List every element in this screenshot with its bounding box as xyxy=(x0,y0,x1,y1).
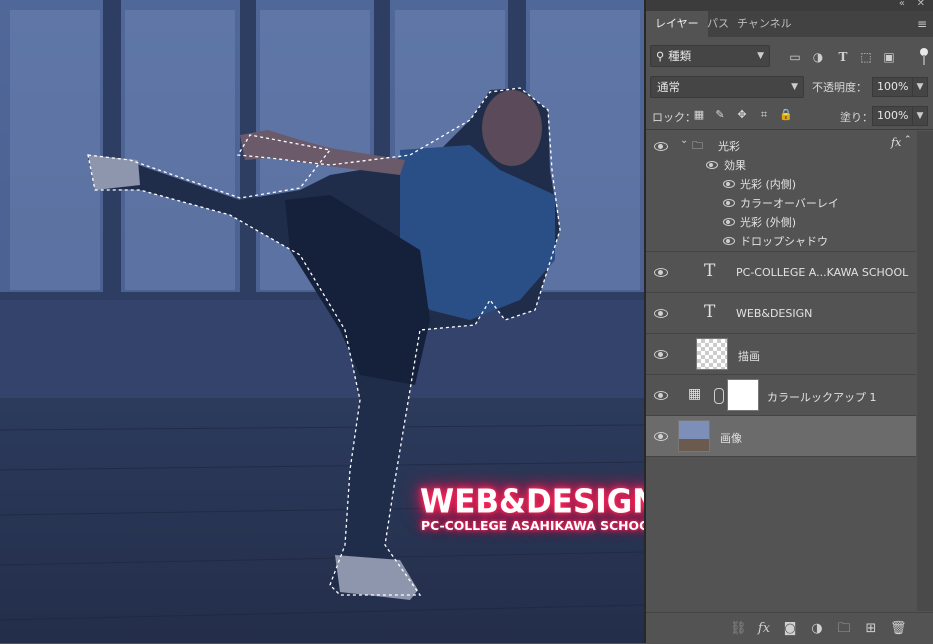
document-canvas[interactable]: WEB&DESIGN PC-COLLEGE ASAHIKAWA SCHOOL xyxy=(0,0,644,643)
effect-item[interactable]: 光彩 (外側) xyxy=(740,214,796,230)
new-group-icon[interactable]: 🗀 xyxy=(836,621,852,637)
chevron-down-icon: ▼ xyxy=(791,82,798,92)
search-icon: ⚲ xyxy=(656,49,665,63)
text-layer-icon: T xyxy=(704,302,716,322)
fx-icon[interactable]: fx xyxy=(891,136,901,149)
panel-menu-icon[interactable]: ≡ xyxy=(917,17,927,31)
layer-name: カラールックアップ 1 xyxy=(767,391,877,404)
canvas-image xyxy=(0,0,644,643)
layer-row-text-school[interactable]: T PC-COLLEGE A...KAWA SCHOOL xyxy=(646,252,916,293)
layer-row-group-glow[interactable]: ⌄ 🗀 光彩 fx ⌃ 効果 光彩 (内側) カラーオーバーレイ 光彩 (外側)… xyxy=(646,131,916,252)
visibility-eye-icon[interactable] xyxy=(654,390,668,400)
link-layers-icon[interactable]: ⛓ xyxy=(730,621,747,637)
layer-row-image[interactable]: 画像 xyxy=(646,416,916,457)
grid-lookup-icon: ▦ xyxy=(688,386,702,402)
lock-all-icon[interactable]: 🔒 xyxy=(779,108,793,122)
folder-icon: 🗀 xyxy=(692,139,703,152)
opacity-input[interactable]: 100% xyxy=(872,77,914,97)
layers-list: ⌄ 🗀 光彩 fx ⌃ 効果 光彩 (内側) カラーオーバーレイ 光彩 (外側)… xyxy=(646,131,916,611)
visibility-eye-icon[interactable] xyxy=(654,141,668,151)
overlay-subtitle-text: PC-COLLEGE ASAHIKAWA SCHOOL xyxy=(421,518,644,533)
layer-name: 画像 xyxy=(720,432,742,445)
blend-mode-value: 通常 xyxy=(657,80,680,94)
effect-item[interactable]: 光彩 (内側) xyxy=(740,176,796,192)
blend-mode-select[interactable]: 通常 ▼ xyxy=(650,76,804,98)
panel-top-strip: « ✕ xyxy=(646,0,933,11)
effect-visibility-eye-icon[interactable] xyxy=(723,180,735,189)
effect-visibility-eye-icon[interactable] xyxy=(723,237,735,246)
fill-dropdown[interactable]: ▼ xyxy=(912,106,928,126)
layer-name: PC-COLLEGE A...KAWA SCHOOL xyxy=(736,266,909,279)
visibility-eye-icon[interactable] xyxy=(654,349,668,359)
filter-row: ⚲ 種類 ▼ ▭ ◑ T ⬚ ▣ xyxy=(646,45,933,71)
effects-label: 効果 xyxy=(724,159,746,172)
layers-scrollbar[interactable] xyxy=(917,131,933,611)
lock-row: ロック： ▦ ✎ ✥ ⌗ 🔒 塗り： 100% ▼ xyxy=(646,105,933,127)
chevron-down-icon[interactable]: ⌄ xyxy=(680,135,688,146)
layer-mask-thumbnail[interactable] xyxy=(727,379,759,411)
opacity-dropdown[interactable]: ▼ xyxy=(912,77,928,97)
layer-row-text-webdesign[interactable]: T WEB&DESIGN xyxy=(646,293,916,334)
type-filter-icon[interactable]: T xyxy=(835,49,851,65)
blend-row: 通常 ▼ 不透明度： 100% ▼ xyxy=(646,76,933,98)
new-layer-icon[interactable]: ⊞ xyxy=(863,621,879,637)
layers-bottom-toolbar: ⛓ fx ◙ ◑ 🗀 ⊞ 🗑 xyxy=(646,612,933,644)
tab-channels[interactable]: チャンネル xyxy=(728,11,801,37)
chevron-up-icon[interactable]: ⌃ xyxy=(904,135,912,145)
effect-visibility-eye-icon[interactable] xyxy=(723,199,735,208)
shape-filter-icon[interactable]: ⬚ xyxy=(858,49,874,65)
link-chain-icon[interactable] xyxy=(714,388,724,404)
delete-layer-icon[interactable]: 🗑 xyxy=(890,621,907,637)
lock-artboard-icon[interactable]: ⌗ xyxy=(757,108,771,122)
layer-row-drawing[interactable]: 描画 xyxy=(646,334,916,375)
effects-visibility-eye-icon[interactable] xyxy=(706,161,718,170)
lock-label: ロック： xyxy=(652,111,696,124)
close-panel-icon[interactable]: ✕ xyxy=(917,0,925,9)
layer-name: WEB&DESIGN xyxy=(736,307,813,320)
filter-toggle-switch[interactable] xyxy=(920,48,928,66)
visibility-eye-icon[interactable] xyxy=(654,308,668,318)
new-adjustment-icon[interactable]: ◑ xyxy=(809,621,825,637)
smart-object-filter-icon[interactable]: ▣ xyxy=(881,49,897,65)
layers-panel: « ✕ レイヤー パス チャンネル ≡ ⚲ 種類 ▼ ▭ ◑ T ⬚ ▣ 通常 … xyxy=(646,0,933,644)
adjustment-filter-icon[interactable]: ◑ xyxy=(810,49,826,65)
panel-tabs: レイヤー パス チャンネル ≡ xyxy=(646,11,933,37)
separator xyxy=(646,129,933,130)
chevron-down-icon: ▼ xyxy=(757,51,764,61)
pixel-filter-icon[interactable]: ▭ xyxy=(787,49,803,65)
fill-label: 塗り： xyxy=(840,111,873,124)
layer-thumbnail xyxy=(678,420,710,452)
effect-item[interactable]: ドロップシャドウ xyxy=(740,233,828,249)
collapse-panels-icon[interactable]: « xyxy=(899,0,905,9)
add-mask-icon[interactable]: ◙ xyxy=(782,621,798,637)
visibility-eye-icon[interactable] xyxy=(654,431,668,441)
lock-position-icon[interactable]: ✥ xyxy=(735,108,749,122)
lock-image-brush-icon[interactable]: ✎ xyxy=(713,108,727,122)
text-layer-icon: T xyxy=(704,261,716,281)
filter-kind-select[interactable]: ⚲ 種類 ▼ xyxy=(650,45,770,67)
add-fx-icon[interactable]: fx xyxy=(756,621,772,637)
layer-name: 描画 xyxy=(738,350,760,363)
layer-thumbnail xyxy=(696,338,728,370)
filter-kind-value: 種類 xyxy=(668,49,692,63)
effect-item[interactable]: カラーオーバーレイ xyxy=(740,195,839,211)
fill-input[interactable]: 100% xyxy=(872,106,914,126)
overlay-title-text: WEB&DESIGN xyxy=(420,483,644,521)
layer-name: 光彩 xyxy=(718,140,740,153)
opacity-label: 不透明度： xyxy=(812,81,867,94)
layer-row-color-lookup[interactable]: ▦ カラールックアップ 1 xyxy=(646,375,916,416)
lock-transparent-icon[interactable]: ▦ xyxy=(692,108,706,122)
visibility-eye-icon[interactable] xyxy=(654,267,668,277)
effect-visibility-eye-icon[interactable] xyxy=(723,218,735,227)
